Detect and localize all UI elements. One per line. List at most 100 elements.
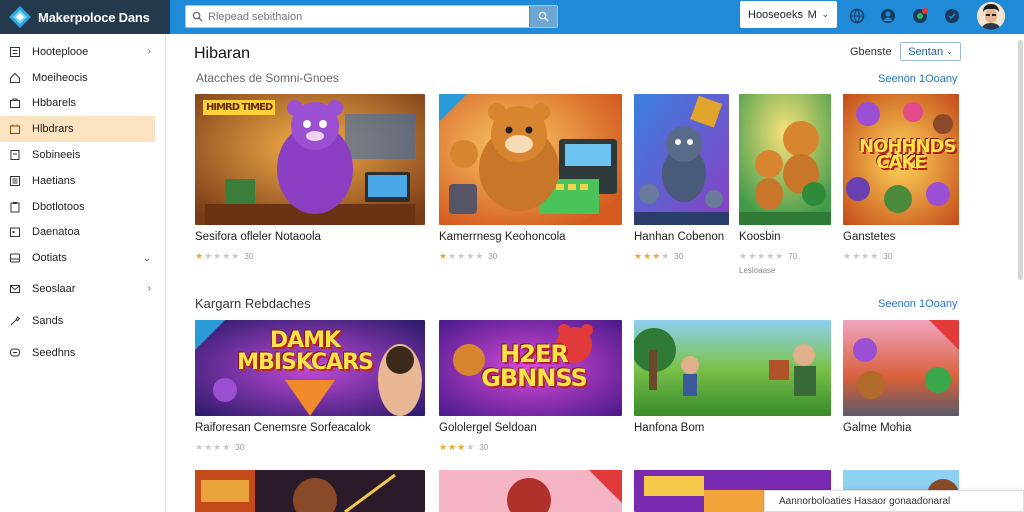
brand-logo-icon: [8, 5, 32, 29]
game-thumbnail[interactable]: [439, 470, 622, 512]
sidebar-item-6[interactable]: Haetians: [0, 168, 155, 194]
game-card[interactable]: Kamerrnesg Keohoncola ★★★★★ 30: [439, 94, 622, 264]
rating-count: 30: [244, 252, 254, 261]
brand[interactable]: Makerpoloce Dans: [0, 0, 170, 34]
help-icon[interactable]: [943, 7, 961, 25]
home-icon: [8, 71, 22, 85]
card-title: Sesifora ofleler Notaoola: [195, 231, 321, 243]
sidebar-item-2[interactable]: Moeiheocis: [0, 65, 155, 91]
notification-toast[interactable]: Aannorboloaties Hasaor gonaadonaral: [764, 490, 1024, 512]
sort-select[interactable]: Sentan ⌄: [900, 42, 961, 61]
see-all-link[interactable]: Seenon 1Ooany: [878, 73, 958, 85]
thumbnail-text: DAMK MBISKCARS: [237, 328, 374, 375]
card-title: Koosbin: [739, 231, 781, 243]
game-card[interactable]: Galme Mohia: [843, 320, 959, 470]
clipboard-icon: [8, 200, 22, 214]
game-card[interactable]: DAMK MBISKCARS Raiforesan Cenemsre Sorfe…: [195, 320, 425, 470]
chevron-down-icon: ⌄: [142, 252, 151, 264]
sidebar-item-label: Seedhns: [32, 346, 76, 359]
game-card[interactable]: [195, 470, 425, 512]
user-icon[interactable]: [879, 7, 897, 25]
globe-icon[interactable]: [848, 7, 866, 25]
thumbnail-text: HIMRD TIMED: [203, 100, 276, 115]
sidebar-item-1[interactable]: Hooteplooe ›: [0, 39, 155, 65]
rating: ★★★★★ 70: [739, 251, 798, 261]
sidebar-item-10[interactable]: Seoslaar ›: [0, 274, 155, 303]
document-icon: [8, 148, 22, 162]
section-title: Atacches de Somni-Gnoes: [196, 71, 339, 85]
rating: ★★★★ 30: [843, 251, 893, 261]
sidebar-item-label: Sobineeis: [32, 149, 81, 162]
sidebar-item-label: Hbbarels: [32, 97, 77, 110]
rating-count: 70: [788, 252, 798, 261]
sidebar-item-label: Daenatoa: [32, 226, 80, 239]
card-meta: Lesloaase: [739, 266, 776, 275]
game-thumbnail[interactable]: [634, 320, 831, 416]
thumbnail-text: H2ER GBNNSS: [481, 340, 588, 392]
tray-icon: [8, 251, 22, 265]
game-card[interactable]: Koosbin ★★★★★ 70 Lesloaase: [739, 94, 831, 284]
search-bar: [185, 5, 558, 28]
rating: ★★★★ 30: [439, 442, 489, 452]
sidebar-item-label: Moeiheocis: [32, 71, 88, 84]
mail-icon: [8, 282, 22, 296]
avatar[interactable]: [977, 2, 1005, 30]
game-thumbnail[interactable]: H2ER GBNNSS: [439, 320, 622, 416]
sidebar-item-label: Dbotlotoos: [32, 200, 85, 213]
sidebar-item-11[interactable]: Sands: [0, 306, 155, 335]
sidebar-item-4[interactable]: Hlbdrars: [0, 116, 155, 143]
sort-select-value: Sentan: [908, 45, 944, 58]
game-thumbnail[interactable]: [195, 470, 425, 512]
list-icon: [8, 174, 22, 188]
scrollbar[interactable]: [1018, 40, 1023, 280]
card-title: Ganstetes: [843, 231, 896, 243]
sidebar-item-7[interactable]: Dbotlotoos: [0, 194, 155, 220]
game-card[interactable]: HIMRD TIMED Sesifora ofleler Notaoola ★★…: [195, 94, 425, 264]
game-thumbnail[interactable]: [439, 94, 622, 225]
sidebar-item-label: Hooteplooe: [32, 45, 89, 58]
account-select[interactable]: Hooseoeks M ⌄: [740, 1, 837, 28]
game-thumbnail[interactable]: NOHHNDS CAKE: [843, 94, 959, 225]
game-thumbnail[interactable]: [843, 320, 959, 416]
folder-icon: [8, 122, 22, 136]
game-card[interactable]: Hanhan Cobenon ★★★★ 30: [634, 94, 729, 264]
chevron-right-icon: ›: [147, 46, 151, 58]
game-card[interactable]: H2ER GBNNSS Gololergel Seldoan ★★★★ 30: [439, 320, 622, 470]
top-bar: Makerpoloce Dans Hooseoeks M ⌄: [0, 0, 1024, 34]
notification-icon[interactable]: [911, 7, 929, 25]
rating: ★★★★ 30: [634, 251, 684, 261]
card-title: Hanfona Bom: [634, 422, 705, 434]
chevron-down-icon: ⌄: [821, 9, 829, 19]
game-card[interactable]: NOHHNDS CAKE Ganstetes ★★★★ 30: [843, 94, 959, 264]
rating-count: 30: [235, 443, 245, 452]
rating-count: 30: [488, 252, 498, 261]
sidebar-item-label: Haetians: [32, 174, 76, 187]
game-card[interactable]: [439, 470, 622, 512]
game-thumbnail[interactable]: DAMK MBISKCARS: [195, 320, 425, 416]
sidebar-item-5[interactable]: Sobineeis: [0, 142, 155, 168]
chevron-right-icon: ›: [147, 283, 151, 295]
sidebar-item-label: Sands: [32, 314, 64, 327]
card-title: Raiforesan Cenemsre Sorfeacalok: [195, 422, 371, 434]
tool-icon: [8, 314, 22, 328]
thumbnail-text: NOHHNDS CAKE: [859, 136, 956, 173]
rating: ★★★★★ 30: [439, 251, 498, 261]
bag-icon: [8, 96, 22, 110]
sidebar-item-8[interactable]: Daenatoa: [0, 220, 155, 246]
game-thumbnail[interactable]: [634, 94, 729, 225]
section-title: Kargarn Rebdaches: [195, 296, 311, 311]
main-content: Hibaran Gbenste Sentan ⌄ Atacches de Som…: [166, 34, 1022, 512]
search-icon: [186, 11, 208, 22]
search-button[interactable]: [529, 6, 557, 27]
sidebar-item-12[interactable]: Seedhns: [0, 338, 155, 367]
sidebar-item-9[interactable]: Ootiats ⌄: [0, 245, 155, 271]
rating: ★★★★★ 30: [195, 251, 254, 261]
chevron-down-icon: ⌄: [946, 47, 953, 56]
chat-icon: [8, 346, 22, 360]
sidebar-item-3[interactable]: Hbbarels: [0, 91, 155, 117]
game-thumbnail[interactable]: [739, 94, 831, 225]
game-card[interactable]: Hanfona Bom: [634, 320, 831, 470]
search-input[interactable]: [208, 6, 529, 27]
see-all-link[interactable]: Seenon 1Ooany: [878, 298, 958, 310]
game-thumbnail[interactable]: HIMRD TIMED: [195, 94, 425, 225]
